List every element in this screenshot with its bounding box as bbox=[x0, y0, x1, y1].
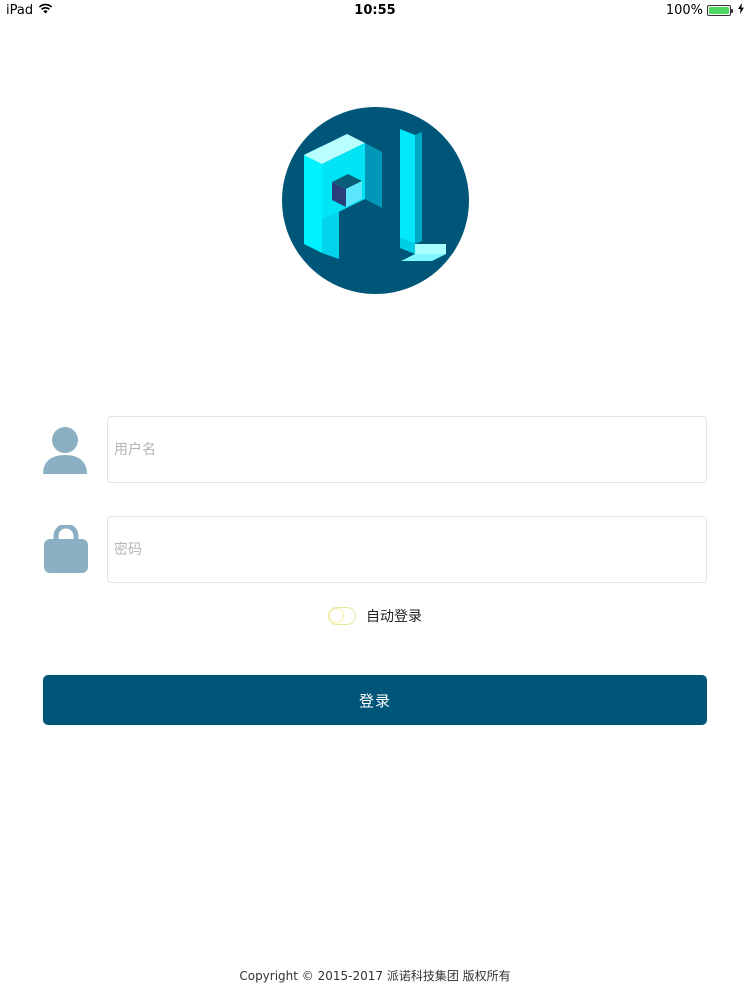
password-input[interactable] bbox=[108, 517, 706, 582]
auto-login-label: 自动登录 bbox=[366, 609, 422, 625]
auto-login-row: 自动登录 bbox=[0, 604, 750, 628]
login-screen: iPad 10:55 100% 用户名 自动登录 登录 Copyright © … bbox=[0, 0, 750, 1000]
user-icon bbox=[42, 426, 88, 474]
status-bar-right: 100% bbox=[666, 3, 744, 18]
pl-logo-icon bbox=[304, 129, 446, 261]
battery-percent: 100% bbox=[665, 3, 703, 18]
app-logo bbox=[282, 107, 469, 294]
lock-icon bbox=[44, 523, 88, 573]
toggle-knob bbox=[330, 609, 343, 622]
battery-icon bbox=[707, 5, 733, 16]
username-field-container bbox=[107, 416, 707, 483]
copyright-footer: Copyright © 2015-2017 派诺科技集团 版权所有 bbox=[239, 969, 511, 983]
login-button[interactable]: 登录 bbox=[43, 675, 707, 725]
username-input[interactable] bbox=[108, 417, 706, 482]
status-bar: iPad 10:55 100% bbox=[0, 0, 750, 22]
charging-bolt-icon bbox=[738, 3, 744, 18]
clock: 10:55 bbox=[354, 3, 396, 18]
password-field-container bbox=[107, 516, 707, 583]
auto-login-toggle[interactable] bbox=[328, 607, 356, 625]
